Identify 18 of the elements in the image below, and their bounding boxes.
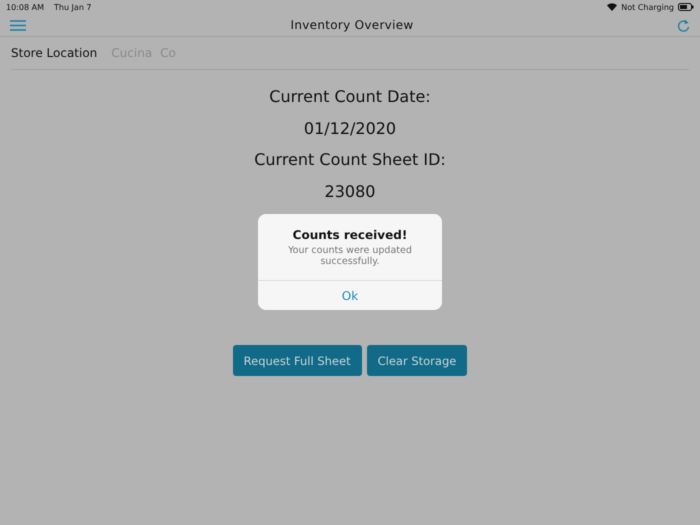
menu-icon[interactable]	[10, 20, 26, 30]
count-info-text: Current Count Sheet ID:	[254, 149, 446, 171]
action-button[interactable]: Request Full Sheet	[232, 345, 362, 376]
dialog-message: Your counts were updated successfully.	[287, 245, 413, 267]
wifi-icon	[607, 3, 618, 11]
count-info-text: Current Count Date:	[269, 86, 431, 108]
action-button[interactable]: Clear Storage	[366, 345, 468, 376]
store-location-label: Store Location	[11, 46, 98, 60]
ok-button[interactable]: Ok	[258, 280, 442, 310]
charging-status: Not Charging	[621, 2, 674, 12]
refresh-icon[interactable]	[678, 18, 690, 32]
screen-title: Inventory Overview	[290, 18, 414, 32]
battery-icon	[678, 3, 694, 11]
status-time: 10:08 AM	[6, 2, 44, 12]
count-info-text: 01/12/2020	[304, 118, 396, 140]
dialog-title: Counts received!	[292, 228, 408, 242]
count-info-text: 23080	[324, 180, 376, 202]
status-date: Thu Jan 7	[54, 2, 92, 12]
